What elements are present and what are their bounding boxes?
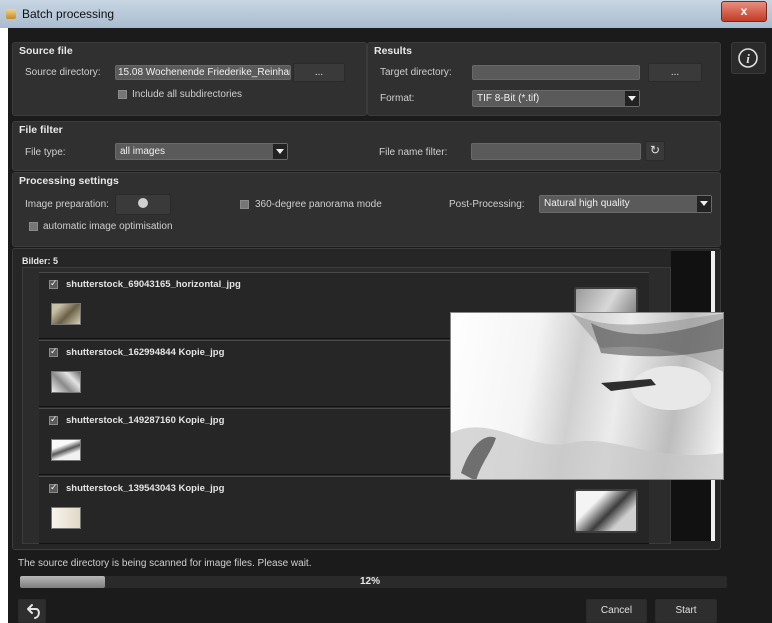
dropdown-arrow-icon (273, 144, 287, 159)
file-name-filter-label: File name filter: (379, 147, 448, 158)
item-name: shutterstock_162994844 Kopie_jpg (66, 347, 225, 358)
auto-optimisation-checkbox[interactable] (29, 222, 38, 231)
target-browse-button[interactable]: ... (648, 63, 702, 82)
processing-settings-header: Processing settings (19, 175, 119, 187)
image-count-label: Bilder: 5 (22, 256, 59, 266)
file-name-filter-field[interactable] (471, 143, 641, 160)
file-type-select[interactable]: all images (115, 143, 288, 160)
list-item[interactable]: shutterstock_139543043 Kopie_jpg (39, 476, 649, 544)
source-directory-field[interactable]: 15.08 Wochenende Friederike_Reinhard (115, 65, 291, 80)
close-icon: x (740, 4, 748, 18)
preview-photo (451, 313, 723, 479)
info-icon: i (738, 48, 758, 68)
post-processing-value: Natural high quality (544, 198, 630, 209)
item-checkbox[interactable] (49, 414, 58, 425)
item-thumbnail (51, 371, 81, 393)
item-checkbox[interactable] (49, 346, 58, 357)
file-filter-header: File filter (19, 124, 63, 136)
source-file-panel: Source file Source directory: 15.08 Woch… (12, 42, 367, 116)
item-checkbox[interactable] (49, 482, 58, 493)
back-button[interactable] (18, 599, 46, 623)
dropdown-arrow-icon (697, 196, 711, 212)
back-arrow-icon (27, 604, 40, 619)
title-bar: Batch processing x (0, 0, 772, 28)
refresh-icon: ↻ (650, 143, 661, 157)
file-type-label: File type: (25, 147, 66, 158)
results-panel: Results Target directory: ... Format: TI… (367, 42, 721, 116)
auto-optimisation-label: automatic image optimisation (43, 221, 173, 232)
svg-text:i: i (746, 51, 750, 66)
post-processing-select[interactable]: Natural high quality (539, 195, 712, 213)
item-thumbnail (51, 507, 81, 529)
item-name: shutterstock_149287160 Kopie_jpg (66, 415, 225, 426)
target-directory-field[interactable] (472, 65, 640, 80)
panorama-checkbox[interactable] (240, 200, 249, 209)
format-label: Format: (380, 93, 415, 104)
source-directory-label: Source directory: (25, 67, 101, 78)
progress-bar: 12% (20, 576, 727, 588)
start-button[interactable]: Start (655, 599, 717, 623)
item-thumbnail (51, 303, 81, 325)
cancel-button[interactable]: Cancel (586, 599, 647, 623)
format-value: TIF 8-Bit (*.tif) (477, 93, 540, 104)
item-checkbox[interactable] (49, 278, 58, 289)
format-select[interactable]: TIF 8-Bit (*.tif) (472, 90, 640, 107)
file-filter-panel: File filter File type: all images File n… (12, 121, 721, 171)
image-preparation-label: Image preparation: (25, 199, 109, 210)
panorama-label: 360-degree panorama mode (255, 199, 382, 210)
results-header: Results (374, 45, 412, 57)
file-type-value: all images (120, 146, 166, 157)
app-icon (6, 9, 16, 19)
processing-settings-panel: Processing settings Image preparation: 3… (12, 172, 721, 247)
settings-icon (138, 198, 148, 208)
image-preparation-button[interactable] (115, 194, 171, 215)
source-browse-button[interactable]: ... (293, 63, 345, 82)
window-title: Batch processing (22, 7, 115, 21)
item-preview[interactable] (574, 489, 638, 533)
close-button[interactable]: x (721, 1, 767, 22)
include-subdirs-checkbox[interactable] (118, 90, 127, 99)
batch-window: Source file Source directory: 15.08 Woch… (8, 28, 772, 623)
item-thumbnail (51, 439, 81, 461)
status-message: The source directory is being scanned fo… (18, 558, 312, 569)
info-button[interactable]: i (731, 42, 766, 74)
progress-fill (20, 576, 105, 588)
hover-preview-image (450, 312, 724, 480)
dropdown-arrow-icon (625, 91, 639, 106)
post-processing-label: Post-Processing: (449, 199, 525, 210)
refresh-button[interactable]: ↻ (645, 141, 665, 161)
include-subdirs-label: Include all subdirectories (132, 89, 243, 100)
source-file-header: Source file (19, 45, 73, 57)
item-name: shutterstock_69043165_horizontal_jpg (66, 279, 241, 290)
item-name: shutterstock_139543043 Kopie_jpg (66, 483, 225, 494)
progress-percent: 12% (360, 576, 381, 587)
target-directory-label: Target directory: (380, 67, 452, 78)
